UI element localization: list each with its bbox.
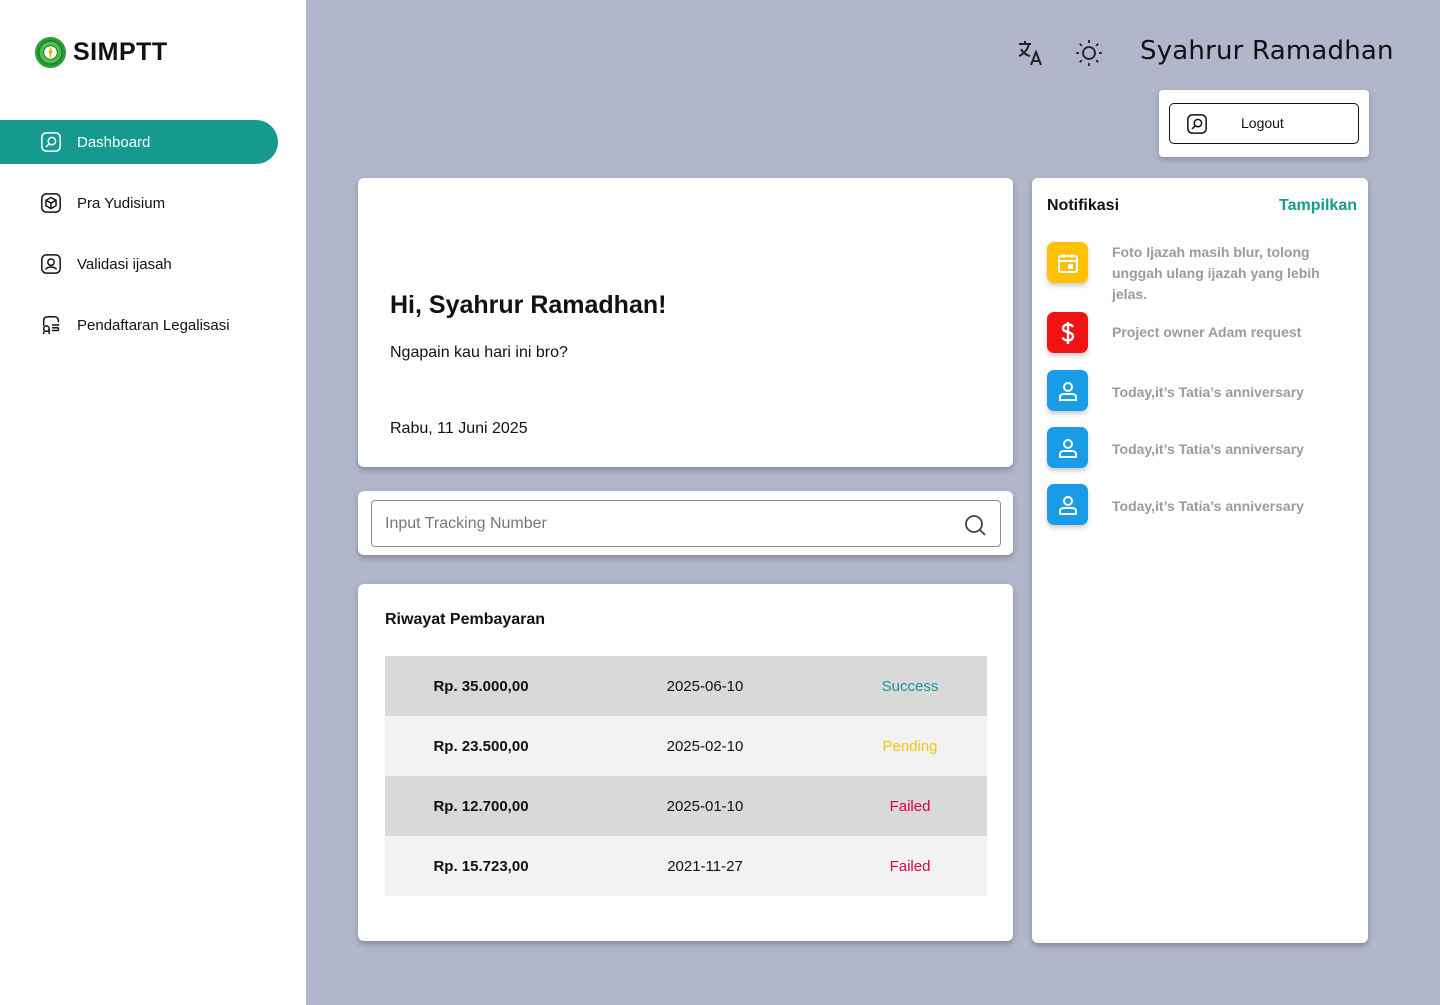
logout-button[interactable]: Logout [1169,103,1359,144]
notification-text: Project owner Adam request [1112,324,1302,340]
user-card-icon [41,254,61,274]
sidebar-item-label: Pra Yudisium [77,194,166,212]
welcome-card: Hi, Syahrur Ramadhan! Ngapain kau hari i… [358,178,1013,467]
payment-date: 2025-01-10 [666,797,744,815]
notification-text: Foto Ijazah masih blur, tolong unggah ul… [1112,244,1320,302]
dollar-icon [1047,312,1088,353]
tracking-search-card [358,491,1013,555]
app-name: SIMPTT [73,38,168,66]
table-row[interactable]: Rp. 12.700,00 2025-01-10 Failed [385,776,987,836]
table-row[interactable]: Rp. 35.000,00 2025-06-10 Success [385,656,987,716]
dashboard-icon [41,132,61,152]
sun-icon[interactable] [1074,38,1104,68]
payment-status: Pending [882,737,938,755]
user-name[interactable]: Syahrur Ramadhan [1140,36,1394,66]
sidebar-item-pra-yudisium[interactable]: Pra Yudisium [0,181,278,225]
notifications-panel: Notifikasi Tampilkan Foto Ijazah masih b… [1032,178,1368,943]
sidebar-item-dashboard[interactable]: Dashboard [0,120,278,164]
payment-status: Failed [889,857,931,875]
payment-amount: Rp. 15.723,00 [433,857,529,875]
greeting: Hi, Syahrur Ramadhan! [390,291,667,319]
sidebar-nav: Dashboard Pra Yudisium Validasi ijasah P… [0,120,306,364]
user-icon [1047,370,1088,411]
calendar-icon [1047,242,1088,283]
payment-amount: Rp. 12.700,00 [433,797,529,815]
notifications-title: Notifikasi [1047,197,1120,214]
payment-amount: Rp. 23.500,00 [433,737,529,755]
tracking-number-input[interactable] [385,511,945,537]
university-logo-icon [34,36,67,69]
payment-history-card: Riwayat Pembayaran Rp. 35.000,00 2025-06… [358,584,1013,941]
show-all-notifications-link[interactable]: Tampilkan [1279,197,1357,215]
logout-label: Logout [1241,115,1284,131]
payment-amount: Rp. 35.000,00 [433,677,529,695]
sidebar-item-pendaftaran-legalisasi[interactable]: Pendaftaran Legalisasi [0,303,278,347]
sidebar: SIMPTT Dashboard Pra Yudisium Validasi i… [0,0,306,1005]
search-icon[interactable] [963,513,987,537]
user-icon [1047,484,1088,525]
logout-card: Logout [1159,90,1369,157]
logout-icon [1187,114,1207,134]
tracking-search-box[interactable] [371,500,1001,547]
user-icon [1047,427,1088,468]
notification-text: Today,it’s Tatia’s anniversary [1112,384,1304,400]
sidebar-item-label: Validasi ijasah [77,255,172,273]
sidebar-item-label: Dashboard [77,133,151,151]
payment-history-title: Riwayat Pembayaran [385,611,546,628]
payment-history-table: Rp. 35.000,00 2025-06-10 Success Rp. 23.… [385,656,987,896]
payment-date: 2025-02-10 [666,737,744,755]
notification-text: Today,it’s Tatia’s anniversary [1112,498,1304,514]
brand[interactable]: SIMPTT [34,36,168,69]
box-icon [41,193,61,213]
payment-date: 2025-06-10 [666,677,744,695]
sidebar-item-validasi-ijasah[interactable]: Validasi ijasah [0,242,278,286]
payment-status: Failed [889,797,931,815]
notification-text: Today,it’s Tatia’s anniversary [1112,441,1304,457]
translate-icon[interactable] [1016,38,1046,68]
payment-status: Success [881,677,939,695]
greeting-subtitle: Ngapain kau hari ini bro? [390,344,568,361]
legalization-icon [42,316,60,335]
sidebar-item-label: Pendaftaran Legalisasi [77,316,230,334]
table-row[interactable]: Rp. 15.723,00 2021-11-27 Failed [385,836,987,896]
current-date: Rabu, 11 Juni 2025 [390,420,528,437]
table-row[interactable]: Rp. 23.500,00 2025-02-10 Pending [385,716,987,776]
payment-date: 2021-11-27 [667,857,743,875]
